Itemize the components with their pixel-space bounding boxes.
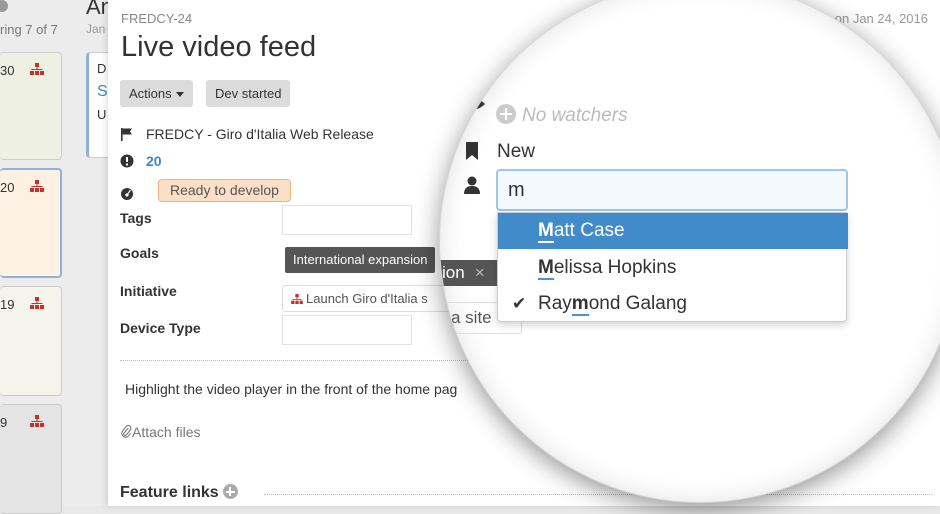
tags-label: Tags <box>120 210 152 226</box>
match-highlight: M <box>538 220 554 243</box>
workflow-status-badge[interactable]: Ready to develop <box>158 179 291 202</box>
eye-icon <box>465 99 485 109</box>
assignee-search-input[interactable]: m <box>496 169 848 211</box>
hierarchy-icon <box>30 180 44 192</box>
description-text[interactable]: Highlight the video player in the front … <box>125 381 457 397</box>
add-watcher-icon[interactable] <box>496 104 516 124</box>
card-number: 19 <box>0 297 15 312</box>
watchers-text: No watchers <box>522 105 628 126</box>
paperclip-icon <box>121 424 132 438</box>
column-subtitle: Jan <box>86 22 106 36</box>
assignee-option[interactable]: Melissa Hopkins <box>498 250 848 286</box>
status-button[interactable]: Dev started <box>206 80 291 107</box>
score-value: 20 <box>146 153 162 169</box>
bookmark-icon <box>466 142 478 160</box>
user-icon <box>464 176 480 194</box>
checkmark-icon: ✔ <box>512 294 527 313</box>
device-type-field[interactable] <box>282 315 412 345</box>
card-number: 9 <box>0 415 8 430</box>
attach-files-label: Attach files <box>132 424 201 440</box>
attach-files-link[interactable]: Attach files <box>121 424 200 440</box>
status-value[interactable]: New <box>497 141 535 163</box>
goals-label: Goals <box>120 245 159 261</box>
initiative-value: Launch Giro d'Italia s <box>306 291 428 306</box>
remove-icon[interactable]: × <box>475 263 485 282</box>
card-number: 20 <box>0 180 15 195</box>
hierarchy-icon <box>30 415 44 427</box>
goal-chip-tail: ion <box>442 263 465 282</box>
feature-reference: FREDCY-24 <box>121 11 193 26</box>
option-text: ond Galang <box>588 293 687 314</box>
release-name: FREDCY - Giro d'Italia Web Release <box>146 126 374 142</box>
board-card[interactable]: 9 <box>0 404 62 514</box>
flag-icon <box>121 128 132 141</box>
showing-count: ring 7 of 7 <box>0 22 58 37</box>
card-line: U <box>97 107 107 122</box>
match-highlight: M <box>538 257 554 280</box>
initiative-chip[interactable]: Launch Giro d'Italia s <box>282 285 452 312</box>
goal-tooltip: International expansion <box>285 247 436 273</box>
alert-icon <box>120 154 134 168</box>
card-line: D <box>97 61 107 76</box>
actions-label: Actions <box>129 86 172 101</box>
option-text: att Case <box>553 220 625 241</box>
board-column: ring 7 of 7 30 20 19 9 An Jan D S U <box>0 0 116 514</box>
feature-links-heading: Feature links <box>120 484 238 502</box>
watchers-field[interactable]: No watchers <box>496 104 628 127</box>
option-text: elissa Hopkins <box>553 257 677 278</box>
actions-button[interactable]: Actions <box>120 80 193 107</box>
board-card[interactable]: 19 <box>0 286 62 396</box>
card-number: 30 <box>0 63 15 78</box>
page-title[interactable]: Live video feed <box>121 31 316 64</box>
add-icon[interactable] <box>0 0 8 12</box>
assignee-option[interactable]: Matt Case <box>498 213 848 249</box>
dashboard-icon <box>121 188 133 200</box>
hierarchy-icon <box>30 63 44 75</box>
board-card[interactable]: 30 <box>0 52 62 160</box>
assignee-option[interactable]: ✔ Raymond Galang <box>498 286 848 322</box>
hierarchy-icon <box>30 297 44 309</box>
option-text: Ray <box>538 293 572 314</box>
goal-chip-dark[interactable]: ion × <box>440 260 502 286</box>
caret-down-icon <box>175 92 184 98</box>
match-highlight: m <box>571 293 589 316</box>
assignee-dropdown: Matt Case Melissa Hopkins ✔ Raymond Galan… <box>497 212 848 322</box>
tags-field[interactable] <box>282 205 412 235</box>
feature-links-label: Feature links <box>120 484 219 501</box>
board-card[interactable]: 20 <box>0 168 62 278</box>
card-line: S <box>97 83 108 100</box>
divider <box>264 494 932 495</box>
add-link-icon[interactable] <box>222 484 238 499</box>
text-fragment: e. <box>468 402 484 423</box>
initiative-label: Initiative <box>120 283 177 299</box>
device-type-label: Device Type <box>120 320 201 336</box>
hierarchy-icon <box>291 294 303 304</box>
